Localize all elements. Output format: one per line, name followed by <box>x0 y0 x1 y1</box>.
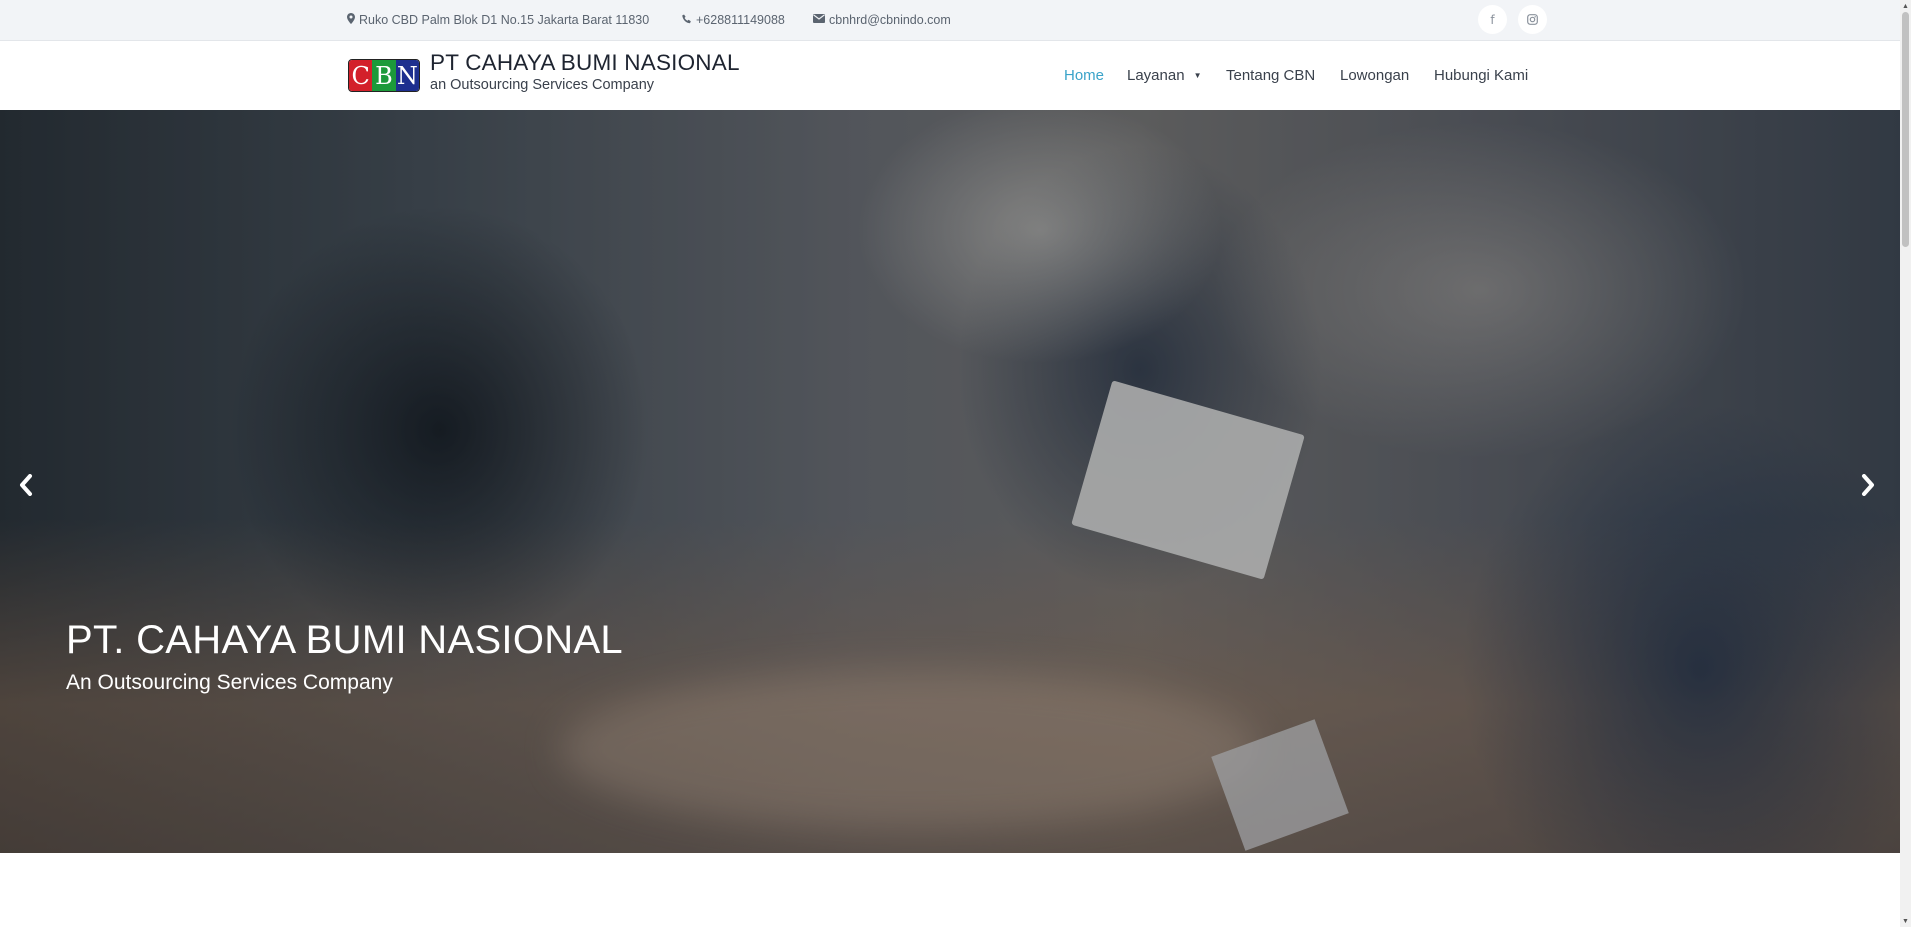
instagram-icon[interactable] <box>1518 5 1547 34</box>
email-text[interactable]: cbnhrd@cbnindo.com <box>829 13 951 27</box>
phone-text[interactable]: +628811149088 <box>696 13 785 27</box>
email-info: cbnhrd@cbnindo.com <box>813 0 951 40</box>
instagram-glyph <box>1527 14 1538 25</box>
scrollbar-thumb[interactable] <box>1902 12 1909 247</box>
hero-title: PT. CAHAYA BUMI NASIONAL <box>66 618 623 662</box>
phone-icon <box>682 14 692 27</box>
facebook-icon[interactable]: f <box>1478 5 1507 34</box>
nav-tentang-cbn[interactable]: Tentang CBN <box>1226 41 1315 110</box>
scroll-down-icon[interactable]: ▼ <box>1900 915 1911 927</box>
hero-overlay <box>0 110 1900 853</box>
caret-down-icon: ▼ <box>1193 71 1202 80</box>
logo-letter-b: B <box>372 60 396 91</box>
envelope-icon <box>813 14 825 26</box>
top-info-bar: Ruko CBD Palm Blok D1 No.15 Jakarta Bara… <box>0 0 1900 41</box>
cbn-logo[interactable]: C B N <box>348 59 420 92</box>
nav-home[interactable]: Home <box>1064 41 1104 110</box>
nav-lowongan[interactable]: Lowongan <box>1340 41 1409 110</box>
nav-layanan[interactable]: Layanan ▼ <box>1127 41 1201 110</box>
address-info: Ruko CBD Palm Blok D1 No.15 Jakarta Bara… <box>347 0 649 40</box>
logo-letter-c: C <box>349 60 373 91</box>
map-marker-icon <box>347 13 355 27</box>
nav-hubungi-kami[interactable]: Hubungi Kami <box>1434 41 1528 110</box>
phone-info: +628811149088 <box>682 0 785 40</box>
hero-carousel: PT. CAHAYA BUMI NASIONAL An Outsourcing … <box>0 110 1900 853</box>
address-text: Ruko CBD Palm Blok D1 No.15 Jakarta Bara… <box>359 13 650 27</box>
brand-title[interactable]: PT CAHAYA BUMI NASIONAL <box>430 50 740 76</box>
logo-letter-n: N <box>395 60 419 91</box>
scroll-up-icon[interactable]: ▲ <box>1900 0 1911 12</box>
site-header: C B N PT CAHAYA BUMI NASIONAL an Outsour… <box>0 41 1900 110</box>
hero-subtitle: An Outsourcing Services Company <box>66 671 393 694</box>
brand-subtitle: an Outsourcing Services Company <box>430 77 655 93</box>
nav-layanan-label: Layanan <box>1127 67 1185 84</box>
chevron-right-icon[interactable] <box>1852 465 1884 505</box>
chevron-left-icon[interactable] <box>10 465 42 505</box>
